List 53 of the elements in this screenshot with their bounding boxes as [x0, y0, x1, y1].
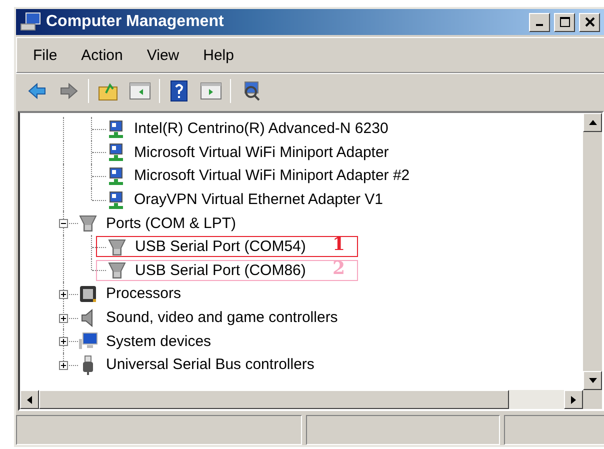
scroll-down-button[interactable] — [583, 371, 602, 390]
tree-item-label[interactable]: System devices — [106, 332, 212, 350]
annotation-number: 1 — [332, 234, 345, 256]
computer-icon — [20, 12, 42, 32]
network-adapter-icon — [106, 166, 126, 186]
tree-item-label[interactable]: USB Serial Port (COM54) — [135, 238, 306, 256]
expand-toggle[interactable] — [59, 337, 68, 346]
tree-item-label[interactable]: Ports (COM & LPT) — [106, 214, 236, 232]
expand-toggle[interactable] — [59, 290, 68, 299]
expand-toggle[interactable] — [59, 360, 68, 370]
scroll-right-button[interactable] — [564, 390, 583, 409]
annotation-number: 2 — [332, 258, 345, 279]
horizontal-scrollbar[interactable] — [20, 390, 583, 409]
scrollbar-thumb[interactable] — [39, 390, 509, 409]
plus-icon — [60, 362, 67, 369]
tree-item-label[interactable]: Sound, video and game controllers — [106, 309, 338, 326]
maximize-button[interactable] — [554, 12, 575, 32]
expand-toggle[interactable] — [59, 314, 68, 323]
processor-chip-icon — [78, 284, 98, 304]
maximize-icon — [560, 17, 570, 27]
arrow-icon — [27, 396, 32, 404]
plus-icon — [60, 338, 67, 346]
plus-icon — [60, 290, 67, 298]
tree-item-label[interactable]: OrayVPN Virtual Ethernet Adapter V1 — [134, 191, 384, 208]
minimize-button[interactable] — [529, 12, 550, 32]
arrow-icon — [588, 120, 596, 125]
scroll-up-button[interactable] — [583, 113, 602, 132]
computer-icon — [78, 331, 98, 352]
menu-item[interactable]: Help — [191, 46, 246, 64]
scroll-left-button[interactable] — [20, 390, 39, 409]
close-button[interactable] — [579, 12, 600, 32]
tree-item-label[interactable]: Microsoft Virtual WiFi Miniport Adapter #2 — [134, 167, 410, 184]
serial-port-icon — [107, 236, 127, 257]
window-title: Computer Management — [46, 13, 225, 31]
collapse-toggle[interactable] — [59, 219, 68, 228]
tree-item-label[interactable]: USB Serial Port (COM86) — [135, 262, 306, 279]
arrow-icon — [571, 396, 576, 404]
network-adapter-icon — [106, 190, 126, 210]
tree-item-label[interactable]: Processors — [106, 285, 182, 302]
close-icon — [584, 17, 594, 27]
menu-item[interactable]: Action — [69, 46, 135, 64]
arrow-icon — [588, 378, 596, 383]
tree-item-label[interactable]: Universal Serial Bus controllers — [106, 356, 314, 374]
tree-item-label[interactable]: Microsoft Virtual WiFi Miniport Adapter — [134, 144, 389, 161]
serial-port-icon — [107, 260, 127, 280]
serial-port-icon — [78, 213, 98, 234]
network-adapter-icon — [106, 142, 126, 162]
plus-icon — [60, 314, 67, 322]
menu-item[interactable]: View — [134, 46, 192, 64]
vertical-scrollbar[interactable] — [583, 113, 602, 390]
tree-item-label[interactable]: Intel(R) Centrino(R) Advanced-N 6230 — [134, 120, 388, 138]
menu-item[interactable]: File — [21, 46, 70, 64]
network-adapter-icon — [106, 118, 126, 139]
